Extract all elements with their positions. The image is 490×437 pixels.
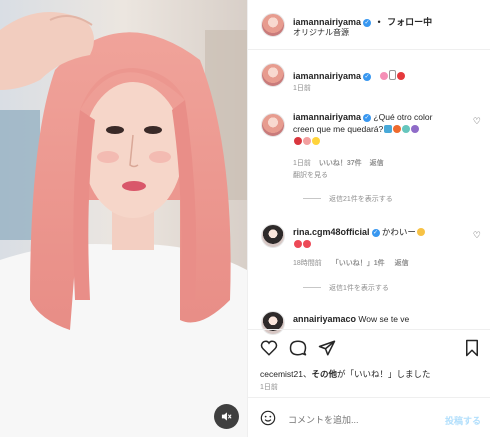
video-frame bbox=[0, 0, 247, 437]
drop-emoji-icon bbox=[294, 137, 302, 145]
translate-link[interactable]: 翻訳を見る bbox=[293, 170, 328, 180]
likes-sep: 、 bbox=[303, 369, 312, 379]
divider-line bbox=[303, 287, 321, 288]
view-replies-button[interactable]: 返信21件を表示する bbox=[303, 194, 393, 204]
likes-rest: が「いいね！」しました bbox=[337, 369, 431, 379]
reply-button[interactable]: 返信 bbox=[395, 260, 409, 267]
post-actions: cecemist21、その他が「いいね！」しました 1日前 bbox=[248, 329, 490, 391]
view-replies-button[interactable]: 返信1件を表示する bbox=[303, 283, 389, 293]
verified-icon: ✓ bbox=[363, 114, 372, 122]
comment-1: iamannairiyama ✓ ¿Qué otro color creen qu… bbox=[293, 111, 432, 147]
mute-icon bbox=[221, 412, 232, 421]
post-comment-button[interactable]: 投稿する bbox=[445, 414, 481, 427]
verified-icon: ✓ bbox=[363, 73, 372, 81]
comment-likes[interactable]: いいね！37件 bbox=[319, 160, 362, 167]
liker-name[interactable]: cecemist21 bbox=[260, 369, 303, 379]
pink-emoji-icon bbox=[303, 137, 311, 145]
comment-text: かわいー bbox=[381, 227, 416, 237]
follow-button[interactable]: フォロー中 bbox=[387, 17, 432, 27]
verified-icon: ✓ bbox=[363, 19, 372, 27]
likes-others[interactable]: その他 bbox=[312, 369, 338, 379]
comment-1-meta: 1日前 いいね！37件 返信 bbox=[293, 158, 384, 168]
view-replies-label: 返信21件を表示する bbox=[329, 196, 393, 203]
likes-summary: cecemist21、その他が「いいね！」しました bbox=[260, 368, 431, 380]
share-icon[interactable] bbox=[318, 339, 336, 357]
post-video[interactable] bbox=[0, 0, 247, 437]
comment-avatar[interactable] bbox=[261, 113, 285, 137]
comment-time: 18時間前 bbox=[293, 260, 322, 267]
comment-username[interactable]: iamannairiyama bbox=[293, 112, 361, 122]
palette-emoji-icon bbox=[384, 125, 393, 133]
smile-icon[interactable] bbox=[260, 410, 276, 426]
heart-emoji-icon bbox=[303, 240, 311, 248]
header-username[interactable]: iamannairiyama bbox=[293, 17, 361, 27]
caption-avatar[interactable] bbox=[261, 63, 285, 87]
comment-like-heart-icon[interactable]: ♡ bbox=[473, 230, 481, 241]
comment-form: 投稿する bbox=[248, 397, 490, 437]
divider-line bbox=[303, 198, 321, 199]
comment-likes[interactable]: 「いいね！」1件 bbox=[332, 260, 385, 267]
post-header: iamannairiyama ✓ • フォロー中 オリジナル音源 bbox=[248, 0, 490, 50]
heart-emoji-icon bbox=[294, 240, 302, 248]
reply-button[interactable]: 返信 bbox=[370, 160, 384, 167]
comment-icon[interactable] bbox=[289, 339, 307, 357]
comment-input[interactable] bbox=[288, 411, 433, 429]
comment-avatar[interactable] bbox=[261, 224, 285, 248]
teal-emoji-icon bbox=[402, 125, 411, 133]
comment-2: rina.cgm48official ✓ かわいー bbox=[293, 226, 425, 250]
post-side-panel: iamannairiyama ✓ • フォロー中 オリジナル音源 iamannai… bbox=[247, 0, 490, 437]
comment-text-line2: creen que me quedará? bbox=[293, 124, 384, 134]
orange-emoji-icon bbox=[393, 125, 402, 133]
blank-emoji-icon bbox=[388, 70, 396, 80]
heart-icon[interactable] bbox=[260, 339, 278, 357]
heart-red-icon bbox=[396, 72, 405, 80]
sparkle-emoji-icon bbox=[312, 137, 320, 145]
comment-text: Wow se te ve bbox=[358, 314, 410, 324]
comment-text-line1: ¿Qué otro color bbox=[373, 112, 433, 122]
audio-label[interactable]: オリジナル音源 bbox=[293, 27, 349, 38]
purple-emoji-icon bbox=[411, 125, 420, 133]
caption-row: iamannairiyama ✓ bbox=[293, 66, 405, 84]
flower-emoji-icon bbox=[379, 72, 388, 80]
view-replies-label: 返信1件を表示する bbox=[329, 285, 389, 292]
comment-2-meta: 18時間前 「いいね！」1件 返信 bbox=[293, 258, 409, 268]
comment-3: annairiyamaco Wow se te ve bbox=[293, 313, 409, 325]
caption-time: 1日前 bbox=[293, 85, 311, 92]
comment-username[interactable]: annairiyamaco bbox=[293, 314, 356, 324]
avatar[interactable] bbox=[261, 13, 285, 37]
caption-username[interactable]: iamannairiyama bbox=[293, 71, 361, 81]
smile-hearts-emoji-icon bbox=[416, 228, 425, 236]
comment-like-heart-icon[interactable]: ♡ bbox=[473, 116, 481, 127]
mute-button[interactable] bbox=[214, 404, 239, 429]
post-time: 1日前 bbox=[260, 384, 278, 391]
verified-icon: ✓ bbox=[371, 229, 380, 237]
comment-time: 1日前 bbox=[293, 160, 311, 167]
separator-dot: • bbox=[377, 17, 381, 27]
comment-username[interactable]: rina.cgm48official bbox=[293, 227, 370, 237]
bookmark-icon[interactable] bbox=[463, 339, 481, 357]
